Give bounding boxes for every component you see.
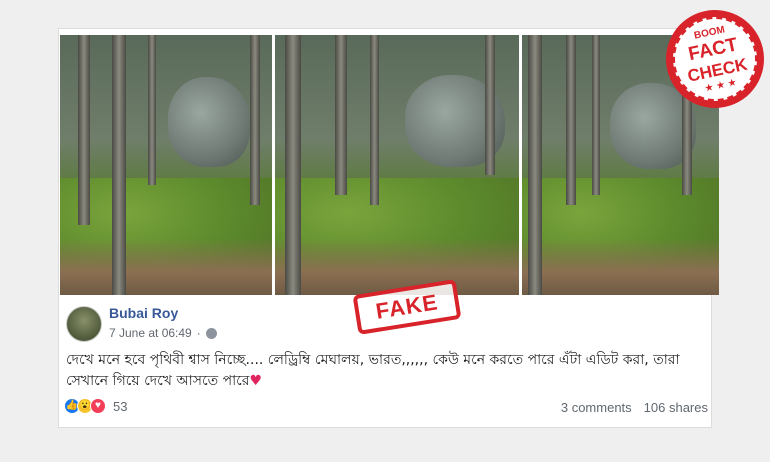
- globe-icon: [205, 327, 217, 339]
- forest-photo-2[interactable]: [275, 35, 519, 295]
- heart-emoji: ♥: [249, 373, 263, 389]
- post-timestamp[interactable]: 7 June at 06:49: [109, 326, 192, 340]
- author-avatar[interactable]: [66, 306, 102, 342]
- reaction-summary[interactable]: 👍 😮 ♥ 53: [64, 398, 127, 414]
- post-photo-strip[interactable]: [60, 35, 719, 295]
- comments-count-link[interactable]: 3 comments: [561, 400, 632, 415]
- love-reaction-icon: ♥: [90, 398, 106, 414]
- forest-photo-1[interactable]: [60, 35, 272, 295]
- author-name-link[interactable]: Bubai Roy: [109, 305, 178, 321]
- reaction-count[interactable]: 53: [113, 399, 127, 414]
- post-meta: 7 June at 06:49 ·: [109, 326, 217, 340]
- post-text: দেখে মনে হবে পৃথিবী শ্বাস নিচ্ছে.... লেড…: [66, 350, 706, 392]
- engagement-stats: 3 comments 106 shares: [561, 400, 708, 415]
- post-body: দেখে মনে হবে পৃথিবী শ্বাস নিচ্ছে.... লেড…: [66, 352, 680, 389]
- shares-count-link[interactable]: 106 shares: [644, 400, 708, 415]
